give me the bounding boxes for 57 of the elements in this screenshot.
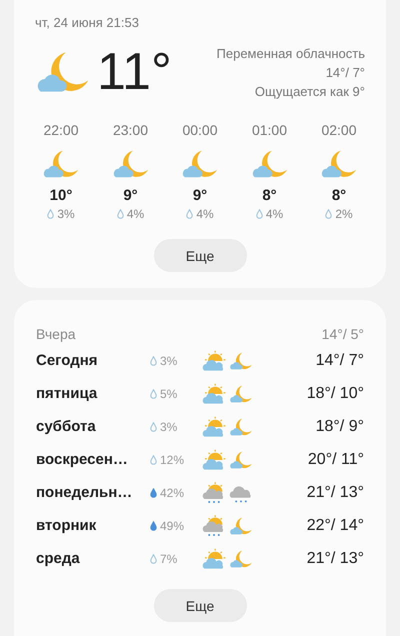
sun-cloud-icon	[202, 382, 226, 406]
condition-text: Переменная облачность	[216, 46, 365, 60]
raindrop-icon	[186, 209, 194, 219]
sun-cloud-icon	[202, 546, 226, 570]
hour-temperature: 8°	[332, 187, 346, 204]
feels-like-text: Ощущается как 9°	[254, 84, 365, 98]
precipitation-chance: 7%	[160, 552, 178, 566]
precipitation-chance: 4%	[126, 207, 144, 221]
precipitation-chance: 4%	[266, 207, 284, 221]
hour-temperature: 9°	[192, 187, 208, 204]
precipitation-chance: 2%	[335, 207, 353, 221]
precipitation-chance: 12%	[160, 452, 184, 466]
day-temperature: 21°/ 13°	[306, 550, 364, 568]
hour-temperature: 10°	[50, 187, 72, 204]
yesterday-temperature: 14°/ 5°	[322, 326, 364, 342]
raindrop-icon	[325, 209, 332, 219]
day-name: понедельн…	[36, 484, 134, 501]
precipitation-chance: 3%	[57, 207, 75, 221]
more-button[interactable]: Еще	[154, 239, 246, 272]
high-low-temperature: 14°/ 7°	[326, 64, 365, 80]
date-time: чт, 24 июня 21:53	[35, 15, 140, 30]
raindrop-icon	[47, 209, 54, 219]
raindrop-icon	[116, 209, 124, 219]
hour-time: 00:00	[182, 122, 218, 138]
sun-rain-cloud-icon	[202, 480, 226, 504]
hour-temperature: 9°	[123, 187, 138, 204]
precipitation-chance: 42%	[160, 486, 184, 500]
day-name: Сегодня	[36, 352, 99, 369]
day-temperature: 20°/ 11°	[308, 450, 364, 468]
day-temperature: 14°/ 7°	[316, 352, 364, 370]
hour-time: 22:00	[43, 122, 79, 138]
day-temperature: 21°/ 13°	[306, 484, 364, 502]
raindrop-icon	[256, 209, 263, 219]
day-name: пятница	[36, 385, 98, 402]
sun-cloud-icon	[202, 414, 226, 438]
day-temperature: 22°/ 14°	[306, 516, 364, 534]
hour-time: 01:00	[252, 122, 288, 138]
precipitation-chance: 49%	[160, 518, 184, 532]
current-temperature: 11°	[97, 46, 172, 98]
yesterday-label: Вчера	[36, 326, 76, 342]
day-temperature: 18°/ 10°	[306, 384, 364, 402]
day-name: суббота	[36, 418, 97, 435]
hour-time: 23:00	[112, 122, 148, 138]
day-name: среда	[36, 550, 81, 567]
day-name: воскресен…	[36, 451, 129, 468]
precipitation-chance: 3%	[160, 420, 178, 434]
hour-temperature: 8°	[262, 187, 277, 204]
precipitation-chance: 5%	[160, 386, 178, 400]
precipitation-chance: 3%	[160, 354, 178, 368]
precipitation-chance: 4%	[196, 207, 214, 221]
hour-time: 02:00	[321, 122, 357, 138]
day-temperature: 18°/ 9°	[316, 418, 364, 436]
sun-cloud-icon	[202, 448, 226, 472]
more-button[interactable]: Еще	[154, 589, 246, 622]
sun-cloud-icon	[202, 348, 226, 372]
sun-rain-cloud-icon	[202, 514, 226, 538]
day-name: вторник	[36, 517, 98, 534]
